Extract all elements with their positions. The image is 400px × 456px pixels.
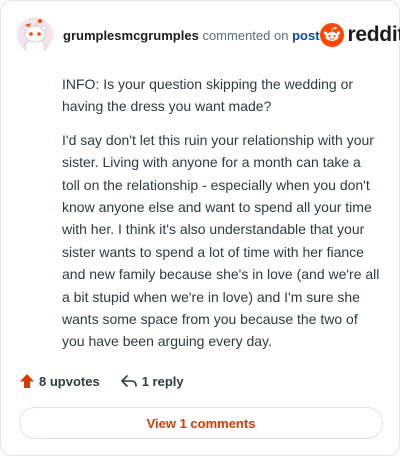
comment-card: grumplesmcgrumples commented on post red… — [0, 0, 400, 456]
reply-count: 1 reply — [141, 373, 184, 389]
reddit-wordmark: reddit — [347, 23, 400, 46]
post-link[interactable]: post — [292, 28, 319, 43]
avatar[interactable] — [17, 17, 53, 53]
upvote-arrow-icon — [20, 374, 34, 388]
reddit-snoo-icon — [319, 23, 344, 47]
snoo-avatar-icon — [17, 17, 53, 53]
reply-arrow-icon — [120, 375, 137, 387]
reply-button[interactable]: 1 reply — [120, 373, 184, 389]
comment-paragraph: INFO: Is your question skipping the wedd… — [62, 76, 354, 115]
comment-header: grumplesmcgrumples commented on post red… — [17, 17, 400, 53]
upvote-button[interactable]: 8 upvotes — [19, 373, 100, 389]
comment-meta: grumplesmcgrumples commented on post — [63, 28, 320, 43]
reddit-logo[interactable]: reddit — [319, 23, 400, 47]
upvote-count: 8 upvotes — [39, 373, 100, 389]
action-text: commented on — [202, 27, 289, 43]
comment-actions: 8 upvotes 1 reply — [19, 373, 184, 389]
author-name[interactable]: grumplesmcgrumples — [63, 28, 199, 43]
comment-paragraph: I'd say don't let this ruin your relatio… — [62, 131, 380, 350]
comment-body: INFO: Is your question skipping the wedd… — [62, 73, 380, 364]
view-comments-button[interactable]: View 1 comments — [19, 407, 383, 439]
